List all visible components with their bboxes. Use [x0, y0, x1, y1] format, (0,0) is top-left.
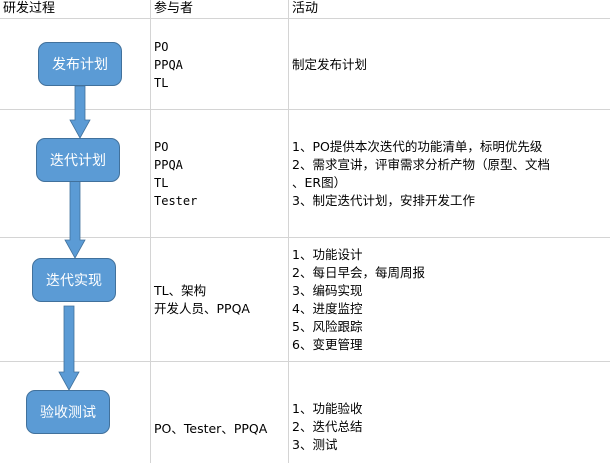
column-divider — [288, 0, 289, 463]
activities-cell: 1、功能设计 2、每日早会，每周周报 3、编码实现 4、进度监控 5、风险跟踪 … — [292, 246, 425, 354]
activity: 2、需求宣讲，评审需求分析产物（原型、文档 — [292, 157, 550, 172]
down-arrow-icon — [64, 179, 86, 259]
participant: PO — [154, 140, 169, 154]
process-table: 研发过程 参与者 活动 发布计划 迭代计划 迭代实现 验收测试 PO PPQA … — [0, 0, 610, 463]
activity: 制定发布计划 — [292, 57, 368, 72]
flow-step-iteration-implement: 迭代实现 — [32, 258, 116, 302]
participant: TL — [154, 176, 169, 190]
column-divider — [150, 0, 151, 463]
activity: 2、每日早会，每周周报 — [292, 265, 425, 280]
activity: 3、编码实现 — [292, 283, 363, 298]
participant: TL — [154, 76, 169, 90]
participant: PPQA — [154, 58, 183, 72]
activity: 3、制定迭代计划，安排开发工作 — [292, 193, 475, 208]
activities-cell: 制定发布计划 — [292, 56, 367, 74]
activities-cell: 1、PO提供本次迭代的功能清单，标明优先级 2、需求宣讲，评审需求分析产物（原型… — [292, 138, 550, 210]
participants-cell: TL、架构 开发人员、PPQA — [154, 282, 250, 318]
activity: 1、功能设计 — [292, 247, 363, 262]
flow-step-acceptance-test: 验收测试 — [26, 390, 110, 434]
activities-cell: 1、功能验收 2、迭代总结 3、测试 — [292, 400, 362, 454]
activity: 4、进度监控 — [292, 301, 363, 316]
activity: 2、迭代总结 — [292, 419, 363, 434]
participant: TL、架构 — [154, 283, 207, 298]
participants-cell: PO、Tester、PPQA — [154, 420, 267, 438]
header-participants: 参与者 — [154, 1, 194, 16]
flow-step-release-plan: 发布计划 — [38, 42, 122, 86]
down-arrow-icon — [69, 85, 91, 139]
header-activities: 活动 — [292, 1, 319, 16]
activity: 1、功能验收 — [292, 401, 363, 416]
participant: 开发人员、PPQA — [154, 301, 250, 316]
participant: Tester — [154, 194, 198, 208]
activity: 1、PO提供本次迭代的功能清单，标明优先级 — [292, 139, 543, 154]
activity: 6、变更管理 — [292, 337, 363, 352]
participant: PPQA — [154, 158, 183, 172]
participants-cell: PO PPQA TL Tester — [154, 138, 197, 210]
down-arrow-icon — [58, 305, 80, 391]
participant: PO、Tester、PPQA — [154, 421, 268, 436]
participant: PO — [154, 40, 169, 54]
activity: 3、测试 — [292, 437, 338, 452]
activity: 、ER图） — [292, 175, 347, 190]
participants-cell: PO PPQA TL — [154, 38, 183, 92]
activity: 5、风险跟踪 — [292, 319, 363, 334]
flow-step-iteration-plan: 迭代计划 — [36, 138, 120, 182]
